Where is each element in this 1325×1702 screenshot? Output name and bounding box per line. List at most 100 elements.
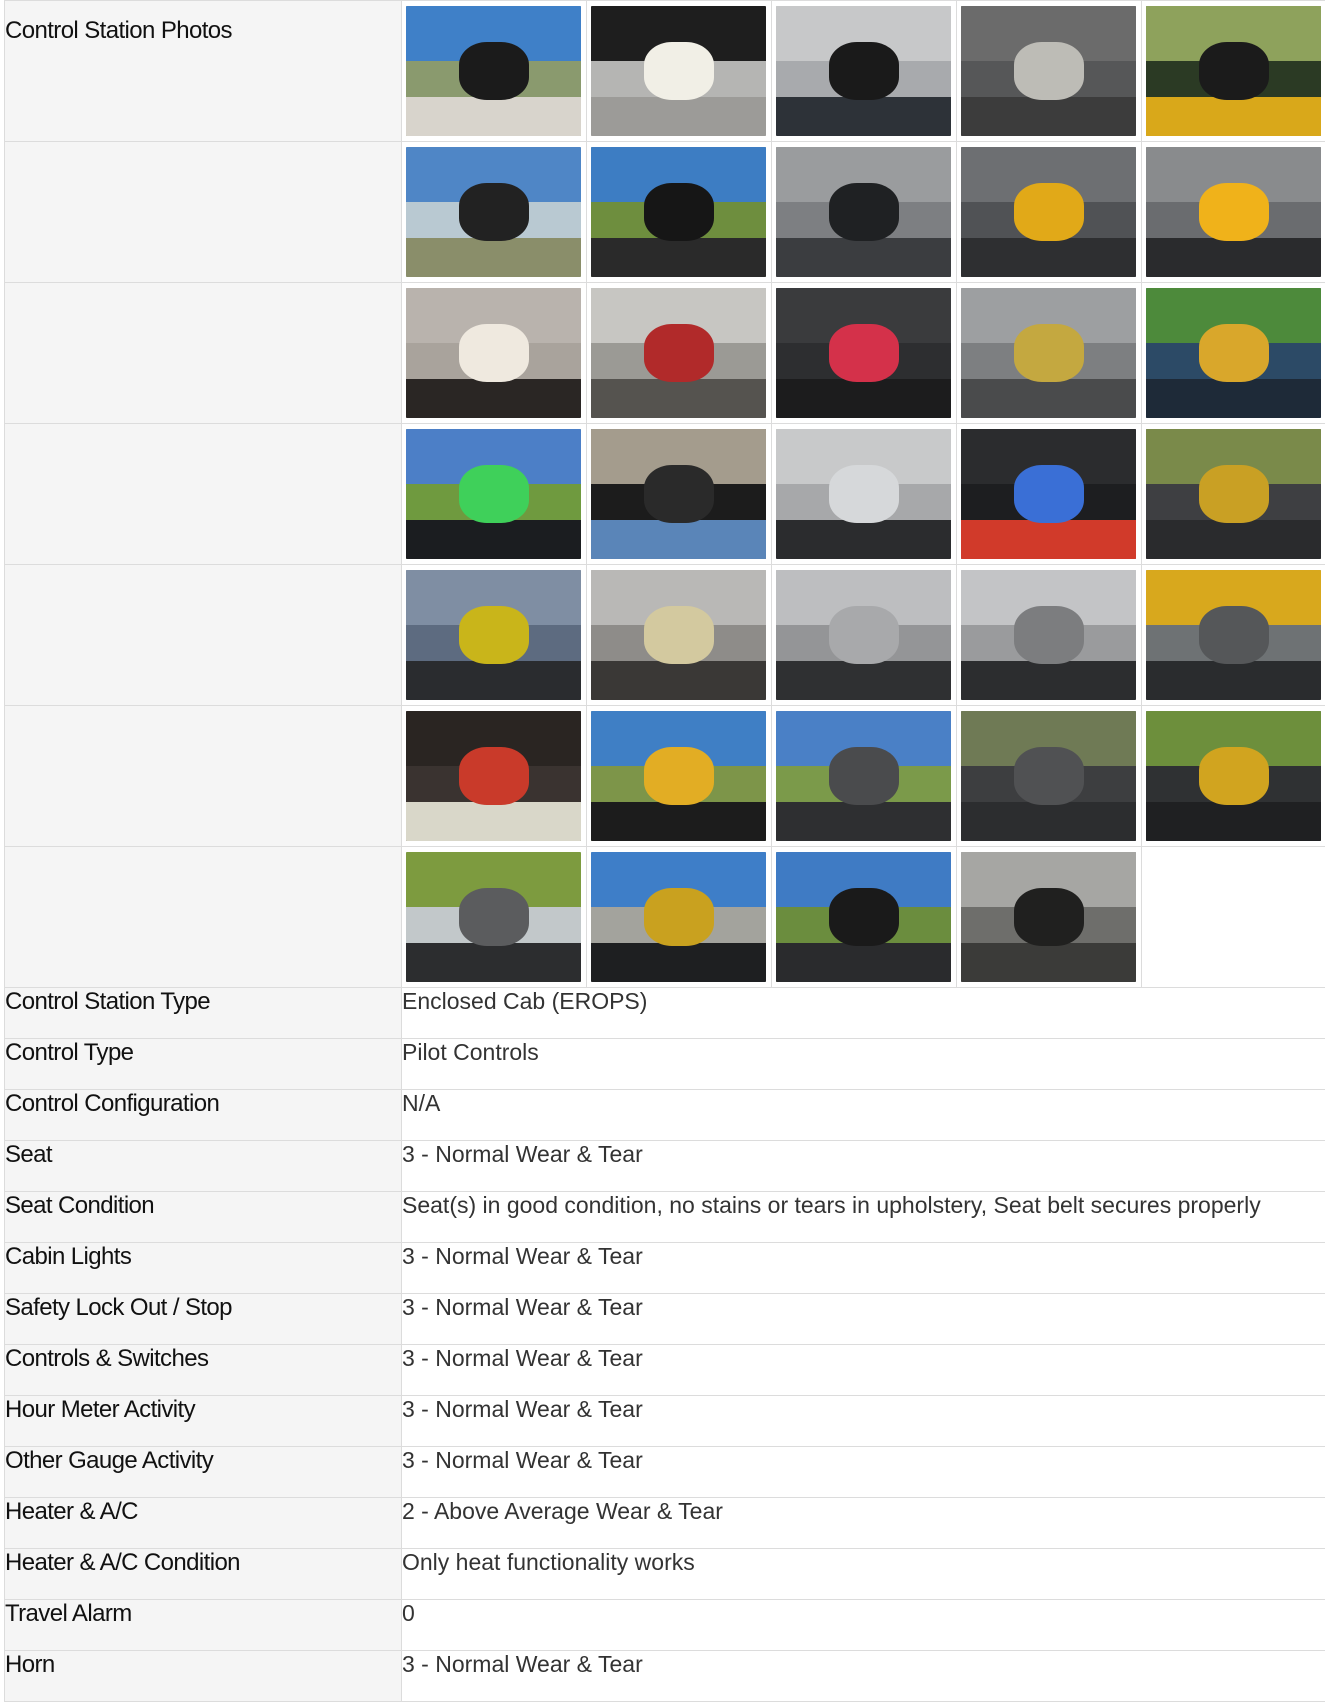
photo-joystick-right[interactable] (1146, 147, 1321, 277)
photo-cell (587, 142, 772, 282)
photo-dash-vent[interactable] (1146, 570, 1321, 700)
photo-gauge-cluster[interactable] (406, 711, 581, 841)
photo-operator-seat[interactable] (776, 711, 951, 841)
photo-region (644, 465, 714, 522)
photo-region (591, 943, 766, 982)
photo-cab-door-exterior[interactable] (591, 852, 766, 982)
photo-region (591, 379, 766, 418)
photo-cell (587, 847, 772, 987)
field-value: 3 - Normal Wear & Tear (402, 1141, 1325, 1192)
photo-region (776, 379, 951, 418)
photo-region (406, 97, 581, 136)
photo-steering-column[interactable] (1146, 429, 1321, 559)
photo-region (644, 606, 714, 663)
photo-cupholders[interactable] (591, 288, 766, 418)
photo-round-vent-2[interactable] (776, 570, 951, 700)
photo-region (459, 42, 529, 99)
photo-joystick-left[interactable] (961, 147, 1136, 277)
photo-region (591, 802, 766, 841)
photo-region (644, 42, 714, 99)
photo-region (406, 520, 581, 559)
photo-cell (587, 1, 772, 141)
photo-region (591, 661, 766, 700)
photo-cell (1142, 283, 1325, 423)
field-label: Heater & A/C (5, 1498, 402, 1549)
field-row: Heater & A/C ConditionOnly heat function… (5, 1549, 1325, 1600)
photo-region (961, 943, 1136, 982)
photo-steering-wheel[interactable] (591, 711, 766, 841)
photo-region (961, 238, 1136, 277)
photo-region (406, 379, 581, 418)
photo-region (961, 97, 1136, 136)
photo-region (459, 888, 529, 945)
photo-cab-rear-view[interactable] (776, 852, 951, 982)
photo-dome-light[interactable] (406, 288, 581, 418)
photo-cell (957, 424, 1142, 564)
photo-cab-ceiling-light[interactable] (591, 6, 766, 136)
field-label: Hour Meter Activity (5, 1396, 402, 1447)
photo-round-vent-3[interactable] (961, 570, 1136, 700)
photo-engine-hood-view[interactable] (1146, 6, 1321, 136)
photo-rear-camera-display[interactable] (591, 429, 766, 559)
field-row: Other Gauge Activity3 - Normal Wear & Te… (5, 1447, 1325, 1498)
photo-seat-cushion[interactable] (961, 711, 1136, 841)
field-label: Controls & Switches (5, 1345, 402, 1396)
photo-switch-keypad[interactable] (1146, 288, 1321, 418)
photo-region (459, 747, 529, 804)
photo-region (829, 747, 899, 804)
field-value: 3 - Normal Wear & Tear (402, 1651, 1325, 1702)
field-value: 3 - Normal Wear & Tear (402, 1294, 1325, 1345)
photo-cab-rear-window[interactable] (591, 147, 766, 277)
photo-cell (1142, 142, 1325, 282)
photo-region (644, 888, 714, 945)
photo-cell (402, 424, 587, 564)
photo-region (776, 943, 951, 982)
photo-region (406, 661, 581, 700)
photo-cell (772, 1, 957, 141)
photo-cab-door-open[interactable] (406, 147, 581, 277)
photo-climate-knobs[interactable] (961, 429, 1136, 559)
photo-strip (402, 706, 1325, 847)
field-value: 3 - Normal Wear & Tear (402, 1396, 1325, 1447)
photos-label-cell: Control Station Photos (5, 1, 402, 142)
photo-floor-pedals[interactable] (961, 852, 1136, 982)
photo-strip (402, 424, 1325, 565)
field-row: Control TypePilot Controls (5, 1039, 1325, 1090)
photo-cab-interior[interactable] (1146, 711, 1321, 841)
photo-cell (587, 706, 772, 846)
photo-side-keypad[interactable] (406, 429, 581, 559)
photo-cell (772, 847, 957, 987)
photos-label-cell (5, 706, 402, 847)
photos-section-label: Control Station Photos (5, 1, 401, 45)
photo-region (1146, 661, 1321, 700)
photo-region (644, 324, 714, 381)
field-row: Heater & A/C2 - Above Average Wear & Tea… (5, 1498, 1325, 1549)
photo-cell (1142, 706, 1325, 846)
field-label: Control Type (5, 1039, 402, 1090)
field-label: Safety Lock Out / Stop (5, 1294, 402, 1345)
field-row: Hour Meter Activity3 - Normal Wear & Tea… (5, 1396, 1325, 1447)
photo-power-outlets[interactable] (776, 288, 951, 418)
photo-region (961, 379, 1136, 418)
photo-radio[interactable] (776, 429, 951, 559)
photo-strip (402, 142, 1325, 283)
photo-seat-side-view[interactable] (406, 852, 581, 982)
field-value: 3 - Normal Wear & Tear (402, 1243, 1325, 1294)
photo-defrost-vent[interactable] (406, 570, 581, 700)
photo-region (1014, 183, 1084, 240)
field-value: Enclosed Cab (EROPS) (402, 988, 1325, 1039)
photo-ignition-knob[interactable] (961, 6, 1136, 136)
photo-row (5, 142, 1325, 283)
photo-key-switch[interactable] (961, 288, 1136, 418)
field-row: Travel Alarm0 (5, 1600, 1325, 1651)
photo-strip (402, 283, 1325, 424)
photo-door-sticker[interactable] (406, 6, 581, 136)
photo-row (5, 565, 1325, 706)
photo-ceiling-vent[interactable] (776, 6, 951, 136)
photo-round-vent-1[interactable] (591, 570, 766, 700)
photo-cell (772, 706, 957, 846)
photo-region (1146, 520, 1321, 559)
photo-armrest[interactable] (776, 147, 951, 277)
photos-label-cell (5, 565, 402, 706)
field-label: Cabin Lights (5, 1243, 402, 1294)
